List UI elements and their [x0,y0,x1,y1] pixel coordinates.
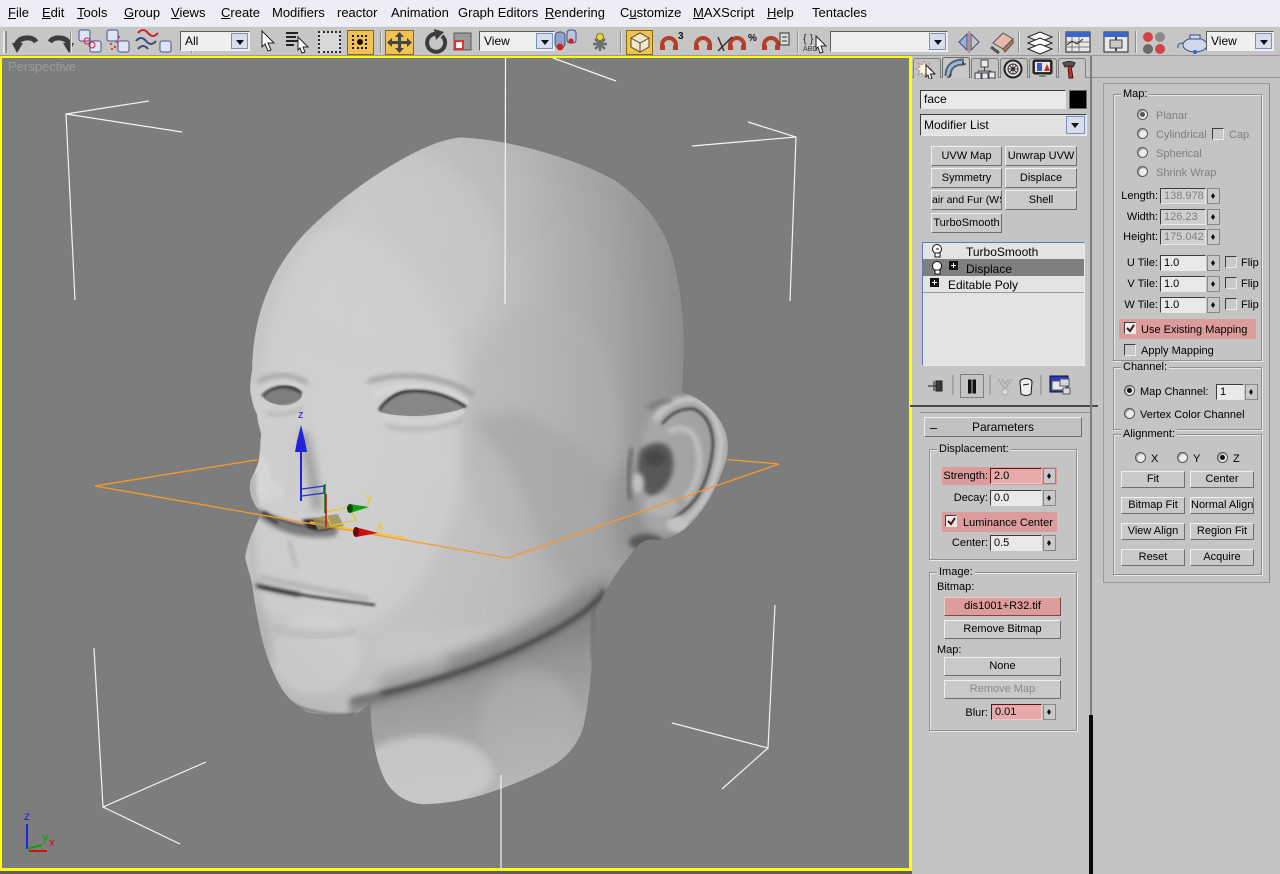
svg-text:z: z [298,409,304,421]
svg-text:{ }: { } [803,33,814,45]
svg-text:Editable Poly: Editable Poly [948,278,1018,292]
svg-text:3: 3 [678,31,684,42]
svg-text:z: z [24,809,30,823]
svg-text:Displace: Displace [966,262,1012,276]
svg-text:%: % [748,33,757,44]
svg-text:x: x [377,518,384,533]
svg-text:TurboSmooth: TurboSmooth [966,245,1038,259]
svg-text:x: x [49,837,55,849]
svg-text:ABC: ABC [803,46,817,53]
svg-text:y: y [366,490,373,505]
svg-text:y: y [42,830,48,844]
svg-text:Perspective: Perspective [8,59,76,74]
